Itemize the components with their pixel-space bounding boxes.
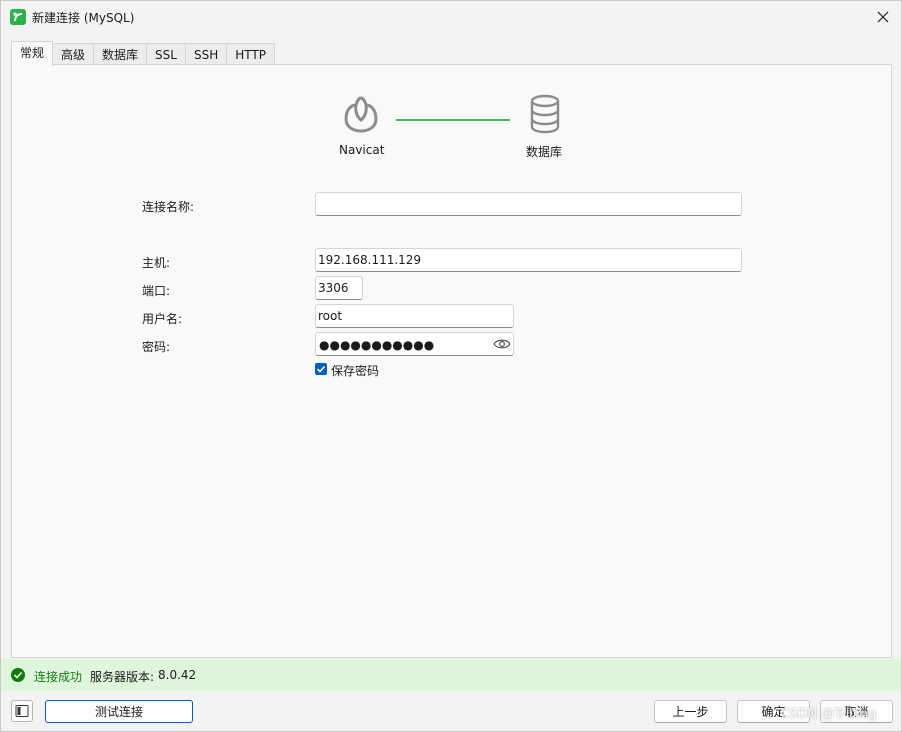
username-input[interactable]: root <box>315 304 514 328</box>
host-label: 主机: <box>142 256 171 270</box>
navicat-label: Navicat <box>339 143 385 157</box>
tab-strip: 常规 高级 数据库 SSL SSH HTTP <box>11 41 275 66</box>
password-label: 密码: <box>142 340 171 354</box>
tab-ssh[interactable]: SSH <box>185 43 228 65</box>
connection-name-input[interactable] <box>315 192 742 216</box>
previous-button[interactable]: 上一步 <box>654 700 727 723</box>
navicat-logo-icon <box>339 93 383 140</box>
password-input[interactable]: ●●●●●●●●●●● <box>315 332 514 356</box>
close-icon <box>877 11 889 23</box>
checkmark-icon <box>316 365 326 373</box>
csdn-watermark: CSDN @Trilling <box>780 707 877 722</box>
close-window-button[interactable] <box>871 5 895 29</box>
server-version-label: 服务器版本: <box>90 670 155 684</box>
connection-success-text: 连接成功 <box>34 670 83 684</box>
sidebar-toggle-button[interactable] <box>11 700 33 722</box>
general-panel: Navicat 数据库 连接名称: 主机: 192.168.111.129 端口… <box>11 64 892 658</box>
port-input[interactable]: 3306 <box>315 276 363 300</box>
title-bar[interactable]: 新建连接 (MySQL) <box>1 1 901 33</box>
tab-database[interactable]: 数据库 <box>94 43 148 65</box>
save-password-checkbox[interactable] <box>315 363 327 375</box>
database-label: 数据库 <box>526 145 563 159</box>
window-title: 新建连接 (MySQL) <box>32 11 135 25</box>
test-connection-button[interactable]: 测试连接 <box>45 700 193 723</box>
database-icon <box>527 93 563 140</box>
tab-http[interactable]: HTTP <box>227 43 275 65</box>
server-version-value: 8.0.42 <box>158 668 197 682</box>
status-bar: 连接成功 服务器版本: 8.0.42 <box>1 659 901 691</box>
dialog-window: 新建连接 (MySQL) 常规 高级 数据库 SSL SSH HTTP Navi… <box>0 0 902 732</box>
username-label: 用户名: <box>142 312 183 326</box>
connection-name-label: 连接名称: <box>142 200 195 214</box>
host-input[interactable]: 192.168.111.129 <box>315 248 742 272</box>
tab-ssl[interactable]: SSL <box>147 43 186 65</box>
sidebar-panel-icon <box>15 705 29 717</box>
tab-advanced[interactable]: 高级 <box>53 43 95 65</box>
success-check-icon <box>11 668 25 685</box>
show-password-eye-icon[interactable] <box>493 337 511 354</box>
tab-general[interactable]: 常规 <box>11 41 54 66</box>
connection-line <box>396 119 510 121</box>
navicat-app-icon <box>10 9 26 25</box>
port-label: 端口: <box>142 284 171 298</box>
save-password-label[interactable]: 保存密码 <box>331 362 379 379</box>
password-mask: ●●●●●●●●●●● <box>319 338 435 352</box>
